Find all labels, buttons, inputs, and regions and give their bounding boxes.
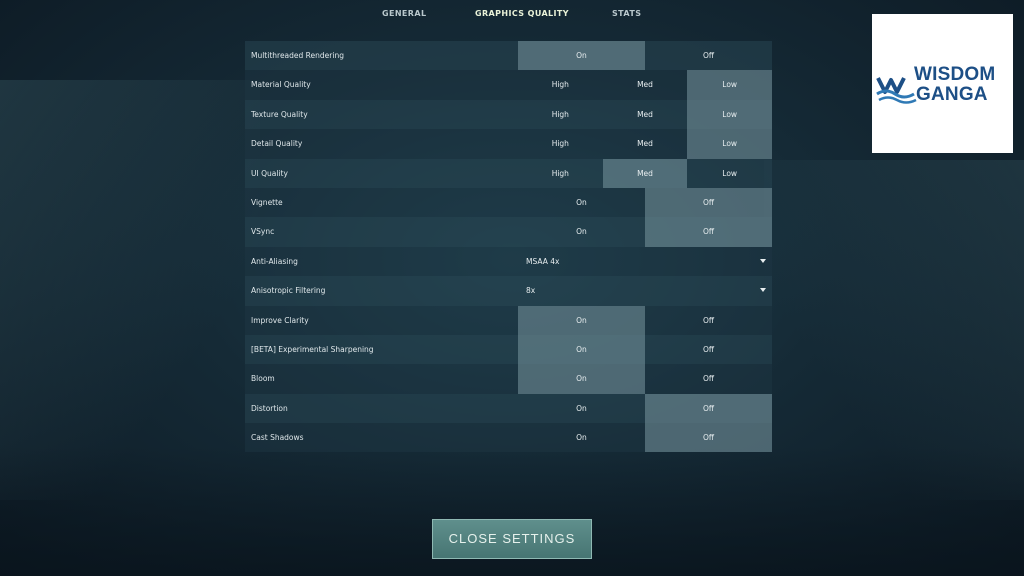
setting-row: Multithreaded Rendering On Off [245,41,772,71]
option-group: High Med Low [518,70,773,100]
option-group: On Off [518,217,772,247]
setting-label: Improve Clarity [251,315,309,325]
option-on-button[interactable]: On [518,305,645,335]
chevron-down-icon [760,258,766,263]
option-low-button[interactable]: Low [687,159,772,188]
setting-row: Anisotropic Filtering 8x [245,276,772,306]
option-low-button[interactable]: Low [687,70,773,100]
option-group: On Off [518,423,772,453]
dropdown-value: 8x [526,286,536,296]
setting-row: Cast Shadows On Off [245,423,772,453]
option-on-button[interactable]: On [518,334,645,365]
option-off-button[interactable]: Off [645,393,772,424]
setting-label: Anisotropic Filtering [251,286,326,296]
chevron-down-icon [760,288,766,293]
option-group: On Off [518,41,772,71]
option-group: On Off [518,334,772,365]
option-high-button[interactable]: High [518,129,603,158]
setting-label: [BETA] Experimental Sharpening [251,344,374,354]
option-off-button[interactable]: Off [645,364,772,393]
tab-graphics-quality[interactable]: GRAPHICS QUALITY [475,9,569,18]
option-group: High Med Low [518,158,772,188]
option-off-button[interactable]: Off [645,217,772,247]
setting-label: Texture Quality [251,109,308,119]
option-group: On Off [518,187,772,218]
setting-row: VSync On Off [245,217,772,247]
graphics-settings-list: Multithreaded Rendering On Off Material Qua… [245,41,773,453]
setting-label: UI Quality [251,168,288,178]
option-on-button[interactable]: On [518,188,645,217]
setting-row: Texture Quality High Med Low [245,99,773,130]
option-on-button[interactable]: On [518,423,645,452]
setting-label: Distortion [251,403,288,413]
option-off-button[interactable]: Off [645,41,772,70]
option-off-button[interactable]: Off [645,423,772,453]
option-high-button[interactable]: High [518,100,603,129]
option-group: On Off [518,364,772,394]
setting-row: Vignette On Off [245,187,772,218]
setting-label: Bloom [251,374,275,384]
option-on-button[interactable]: On [518,364,645,394]
setting-label: Vignette [251,197,283,207]
setting-row: [BETA] Experimental Sharpening On Off [245,334,772,365]
setting-row: Distortion On Off [245,393,772,424]
option-med-button[interactable]: Med [602,158,688,188]
setting-label: Anti-Aliasing [251,256,298,266]
tab-general[interactable]: GENERAL [382,9,426,18]
option-high-button[interactable]: High [518,159,603,188]
option-high-button[interactable]: High [518,70,603,99]
option-low-button[interactable]: Low [687,99,773,130]
option-off-button[interactable]: Off [645,187,772,218]
option-group: On Off [518,305,772,335]
background-shape [764,160,1024,500]
setting-row: Detail Quality High Med Low [245,129,773,159]
option-group: On Off [518,393,772,424]
setting-row: Anti-Aliasing MSAA 4x [245,246,772,277]
setting-row: UI Quality High Med Low [245,158,772,188]
setting-label: Material Quality [251,80,311,90]
setting-dropdown[interactable]: MSAA 4x [518,247,772,276]
setting-row: Material Quality High Med Low [245,70,773,100]
logo-text-line2: GANGA [916,84,988,105]
option-group: High Med Low [518,129,773,159]
option-group: High Med Low [518,99,773,130]
setting-row: Improve Clarity On Off [245,305,772,335]
setting-label: VSync [251,227,275,237]
option-med-button[interactable]: Med [603,100,688,129]
setting-label: Multithreaded Rendering [251,51,344,60]
option-low-button[interactable]: Low [687,129,773,159]
close-settings-button[interactable]: CLOSE SETTINGS [432,519,592,559]
setting-row: Bloom On Off [245,364,772,394]
option-on-button[interactable]: On [518,394,645,423]
setting-dropdown[interactable]: 8x [518,276,772,305]
option-on-button[interactable]: On [518,41,645,71]
settings-tabs: GENERAL GRAPHICS QUALITY STATS [0,9,1024,27]
option-on-button[interactable]: On [518,217,645,246]
setting-label: Cast Shadows [251,433,304,443]
option-med-button[interactable]: Med [603,129,688,158]
dropdown-value: MSAA 4x [526,256,560,266]
wisdom-ganga-logo: WISDOM GANGA [872,14,1013,153]
option-off-button[interactable]: Off [645,335,772,364]
logo-text-line1: WISDOM [914,64,996,85]
setting-label: Detail Quality [251,139,303,149]
option-off-button[interactable]: Off [645,306,772,335]
tab-stats[interactable]: STATS [612,9,641,18]
background-shape [0,80,260,500]
option-med-button[interactable]: Med [603,70,688,99]
